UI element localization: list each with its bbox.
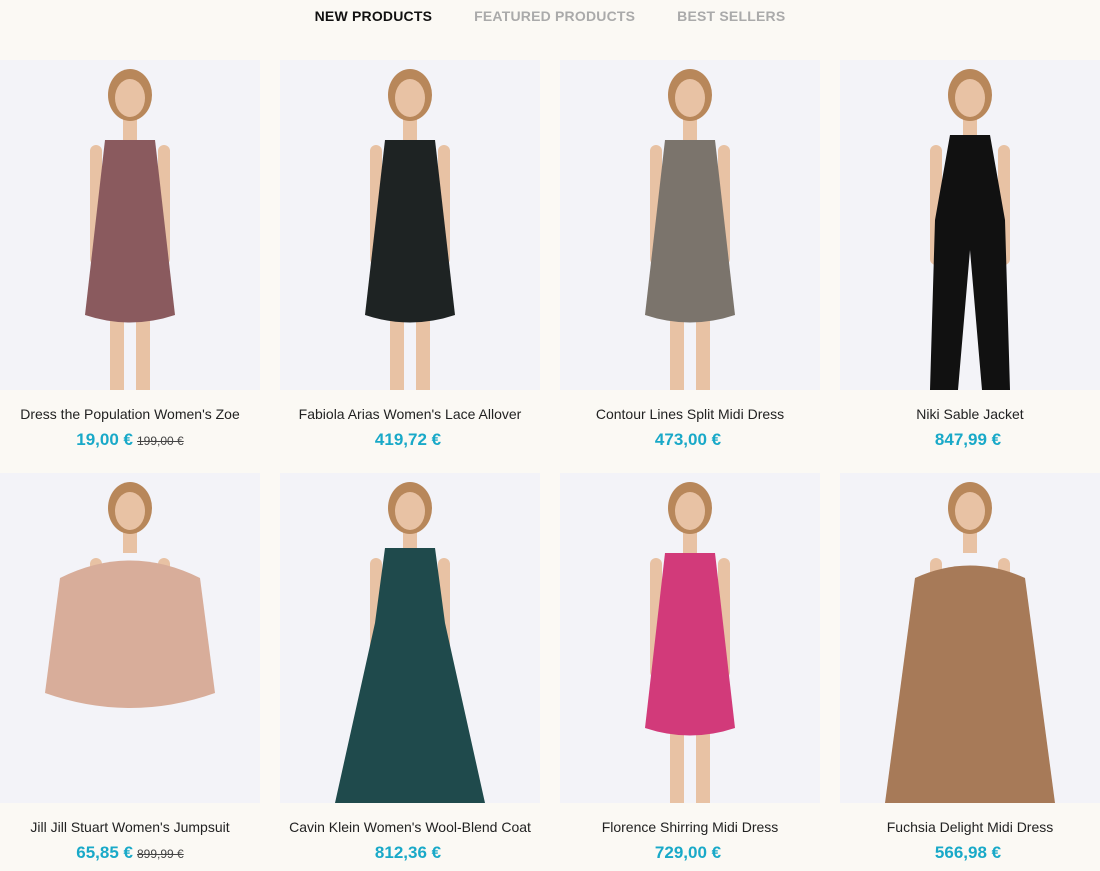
product-price: 473,00 € (654, 430, 722, 449)
product-card[interactable]: Fuchsia Delight Midi Dress 566,98 € (840, 473, 1100, 863)
tab-featured-products[interactable]: FEATURED PRODUCTS (474, 8, 635, 24)
model-face (955, 79, 985, 117)
product-name[interactable]: Florence Shirring Midi Dress (560, 819, 820, 835)
product-price: 847,99 € (934, 430, 1002, 449)
product-prices: 19,00 € 199,00 € (0, 430, 260, 450)
product-image[interactable] (0, 473, 260, 803)
product-name[interactable]: Contour Lines Split Midi Dress (560, 406, 820, 422)
product-prices: 419,72 € (280, 430, 540, 450)
product-price: 65,85 € (76, 843, 133, 862)
product-old-price: 899,99 € (137, 847, 184, 861)
model-illustration (645, 69, 735, 390)
model-face (675, 79, 705, 117)
product-price: 566,98 € (934, 843, 1002, 862)
product-prices: 566,98 € (840, 843, 1100, 863)
model-illustration (335, 482, 485, 803)
product-price: 419,72 € (374, 430, 442, 449)
model-illustration (885, 482, 1055, 803)
product-name[interactable]: Fuchsia Delight Midi Dress (840, 819, 1100, 835)
product-prices: 473,00 € (560, 430, 820, 450)
product-image[interactable] (840, 473, 1100, 803)
tab-new-products[interactable]: NEW PRODUCTS (315, 8, 433, 24)
product-card[interactable]: Cavin Klein Women's Wool-Blend Coat 812,… (280, 473, 540, 863)
product-card[interactable]: Niki Sable Jacket 847,99 € (840, 60, 1100, 450)
garment (45, 560, 215, 708)
product-image[interactable] (560, 60, 820, 390)
product-card[interactable]: Florence Shirring Midi Dress 729,00 € (560, 473, 820, 863)
product-image[interactable] (560, 473, 820, 803)
model-face (115, 492, 145, 530)
model-face (955, 492, 985, 530)
product-card[interactable]: Jill Jill Stuart Women's Jumpsuit 65,85 … (0, 473, 260, 863)
product-prices: 847,99 € (840, 430, 1100, 450)
product-name[interactable]: Niki Sable Jacket (840, 406, 1100, 422)
product-name[interactable]: Fabiola Arias Women's Lace Allover (280, 406, 540, 422)
model-illustration (930, 69, 1010, 390)
tab-best-sellers[interactable]: BEST SELLERS (677, 8, 785, 24)
product-card[interactable]: Fabiola Arias Women's Lace Allover 419,7… (280, 60, 540, 450)
product-prices: 729,00 € (560, 843, 820, 863)
garment (885, 565, 1055, 803)
product-name[interactable]: Dress the Population Women's Zoe (0, 406, 260, 422)
product-name[interactable]: Jill Jill Stuart Women's Jumpsuit (0, 819, 260, 835)
product-price: 729,00 € (654, 843, 722, 862)
product-image[interactable] (280, 60, 540, 390)
model-face (395, 492, 425, 530)
product-image[interactable] (280, 473, 540, 803)
product-name[interactable]: Cavin Klein Women's Wool-Blend Coat (280, 819, 540, 835)
product-image[interactable] (840, 60, 1100, 390)
model-face (395, 79, 425, 117)
model-illustration (645, 482, 735, 803)
product-card[interactable]: Contour Lines Split Midi Dress 473,00 € (560, 60, 820, 450)
model-face (675, 492, 705, 530)
model-face (115, 79, 145, 117)
model-illustration (365, 69, 455, 390)
product-old-price: 199,00 € (137, 434, 184, 448)
product-prices: 812,36 € (280, 843, 540, 863)
model-illustration (45, 482, 215, 708)
product-image[interactable] (0, 60, 260, 390)
product-price: 19,00 € (76, 430, 133, 449)
model-illustration (85, 69, 175, 390)
product-price: 812,36 € (374, 843, 442, 862)
product-tabs: NEW PRODUCTS FEATURED PRODUCTS BEST SELL… (0, 0, 1100, 40)
product-card[interactable]: Dress the Population Women's Zoe 19,00 €… (0, 60, 260, 450)
product-prices: 65,85 € 899,99 € (0, 843, 260, 863)
garment (335, 548, 485, 803)
